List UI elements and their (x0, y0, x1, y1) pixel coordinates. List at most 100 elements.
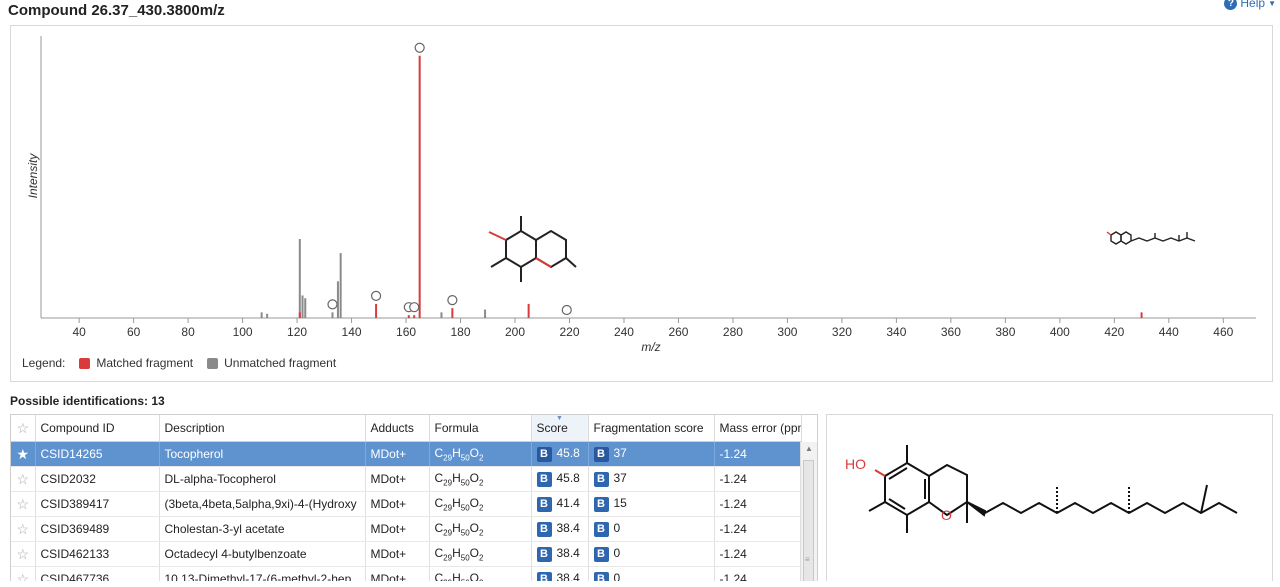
spectrum-panel: 40 60 80 100 120 140 160 180 200 220 240 260 280 300 3… (10, 25, 1273, 382)
column-header-score[interactable]: ▼ Score (531, 415, 589, 442)
x-tick-label: 160 (396, 325, 416, 339)
table-scrollbar[interactable]: ▲ ≡ (800, 442, 817, 581)
star-toggle-icon[interactable]: ☆ (11, 491, 36, 517)
cell-score: B 45.8 (531, 466, 589, 492)
cell-mass-error: -1.24 (714, 491, 802, 517)
star-toggle-icon[interactable]: ☆ (11, 466, 36, 492)
star-toggle-icon[interactable]: ☆ (11, 566, 36, 581)
star-column-header[interactable]: ☆ (11, 415, 36, 442)
fragment-marker[interactable] (409, 302, 420, 313)
x-tick-label: 60 (127, 325, 141, 339)
cell-compound-id: CSID14265 (35, 441, 160, 467)
cell-fragmentation-score: B0 (588, 541, 715, 567)
star-toggle-icon[interactable]: ★ (11, 441, 36, 467)
cell-score: B 45.8 (531, 441, 589, 467)
cell-adducts: MDot+ (365, 466, 430, 492)
table-row[interactable]: ☆ CSID2032 DL-alpha-Tocopherol MDot+ C29H50O… (11, 466, 802, 492)
formula-text: C29H50O2 (434, 520, 484, 538)
cell-compound-id: CSID389417 (35, 491, 160, 517)
column-header-description[interactable]: Description (159, 415, 366, 442)
y-axis-label: Intensity (26, 153, 40, 199)
spectrum-chart[interactable]: 40 60 80 100 120 140 160 180 200 220 240 260 280 300 3… (11, 26, 1272, 381)
formula-text: C29H50O2 (434, 495, 484, 513)
cell-mass-error: -1.24 (714, 541, 802, 567)
cell-description: (3beta,4beta,5alpha,9xi)-4-(Hydroxy (159, 491, 366, 517)
x-tick-label: 260 (668, 325, 688, 339)
cell-fragmentation-score: B 37 (588, 466, 715, 492)
cell-formula: C29H50O2 (429, 491, 532, 517)
cell-fragmentation-score: B 37 (588, 441, 715, 467)
score-value: 45.8 (556, 471, 580, 485)
cell-formula: C29H50O2 (429, 566, 532, 581)
fragmentation-value: 0 (613, 521, 621, 535)
x-tick-label: 400 (1050, 325, 1070, 339)
star-icon: ☆ (16, 419, 30, 436)
fragment-marker[interactable] (561, 304, 572, 316)
fragmentation-value: 37 (613, 446, 627, 460)
fragmentation-value: 0 (613, 571, 621, 581)
column-header-formula[interactable]: Formula (429, 415, 532, 442)
fragment-marker[interactable] (370, 290, 382, 301)
column-header-compound-id[interactable]: Compound ID (35, 415, 160, 442)
table-row[interactable]: ☆ CSID389417 (3beta,4beta,5alpha,9xi)-4-(H… (11, 491, 802, 517)
star-toggle-icon[interactable]: ☆ (11, 516, 36, 542)
cell-fragmentation-score: B0 (588, 516, 715, 542)
cell-mass-error: -1.24 (714, 566, 802, 581)
cell-compound-id: CSID467736 (35, 566, 160, 581)
fragment-marker[interactable] (447, 295, 458, 306)
compound-structure: HO O (845, 445, 1238, 533)
cell-score: B 38.4 (531, 516, 589, 542)
x-tick-label: 100 (233, 325, 253, 339)
star-toggle-icon[interactable]: ☆ (11, 541, 36, 567)
fragment-marker[interactable] (414, 42, 425, 53)
b-badge-icon: B (593, 547, 609, 562)
table-row[interactable]: ☆ CSID369489 Cholestan-3-yl acetate MDot+ C2… (11, 516, 802, 542)
table-row[interactable]: ☆ CSID462133 Octadecyl 4-butylbenzoate MDot… (11, 541, 802, 567)
identifications-table: ☆ Compound ID Description Adducts Formul… (11, 415, 802, 581)
formula-text: C29H50O2 (434, 470, 484, 488)
cell-compound-id: CSID369489 (35, 516, 160, 542)
cell-score: B 38.4 (531, 566, 589, 581)
x-tick-label: 320 (832, 325, 852, 339)
fragmentation-value: 15 (613, 496, 627, 510)
x-tick-label: 300 (777, 325, 797, 339)
score-value: 45.8 (556, 446, 580, 460)
score-value: 38.4 (556, 571, 580, 581)
column-header-adducts[interactable]: Adducts (365, 415, 430, 442)
column-header-mass-error[interactable]: Mass error (ppm) (714, 415, 802, 442)
column-header-score-label: Score (536, 421, 568, 435)
legend-item-unmatched: Unmatched fragment (224, 356, 337, 370)
x-tick-label: 140 (342, 325, 362, 339)
x-tick-label: 460 (1213, 325, 1233, 339)
x-tick-label: 80 (181, 325, 195, 339)
help-button[interactable]: ? Help ▼ (1224, 0, 1276, 10)
scroll-up-icon[interactable]: ▲ (801, 444, 817, 453)
x-tick-label: 360 (941, 325, 961, 339)
x-tick-label: 220 (559, 325, 579, 339)
cell-formula: C29H50O2 (429, 441, 532, 467)
cell-mass-error: -1.24 (714, 466, 802, 492)
x-tick-label: 120 (287, 325, 307, 339)
b-badge-icon: B (536, 572, 552, 581)
cell-description: DL-alpha-Tocopherol (159, 466, 366, 492)
table-row[interactable]: ★ CSID14265 Tocopherol MDot+ C29H50O2 B 45.8 B 3… (11, 441, 802, 467)
b-badge-icon: B (593, 572, 609, 581)
x-tick-label: 180 (451, 325, 471, 339)
cell-formula: C29H50O2 (429, 541, 532, 567)
ho-label: HO (845, 456, 866, 472)
table-row[interactable]: ☆ CSID467736 10,13-Dimethyl-17-(6-methyl-2… (11, 566, 802, 581)
x-tick-label: 340 (886, 325, 906, 339)
score-value: 38.4 (556, 546, 580, 560)
fragment-structure (488, 216, 577, 282)
cell-score: B 41.4 (531, 491, 589, 517)
identifications-table-panel: ☆ Compound ID Description Adducts Formul… (10, 414, 818, 581)
column-header-fragmentation-score[interactable]: Fragmentation score (588, 415, 715, 442)
b-badge-icon: B (593, 522, 609, 537)
cell-description: Cholestan-3-yl acetate (159, 516, 366, 542)
cell-fragmentation-score: B0 (588, 566, 715, 581)
cell-adducts: MDot+ (365, 516, 430, 542)
o-label: O (941, 507, 952, 523)
b-badge-icon: B (536, 472, 552, 487)
fragment-marker[interactable] (327, 299, 338, 310)
cell-score: B 38.4 (531, 541, 589, 567)
